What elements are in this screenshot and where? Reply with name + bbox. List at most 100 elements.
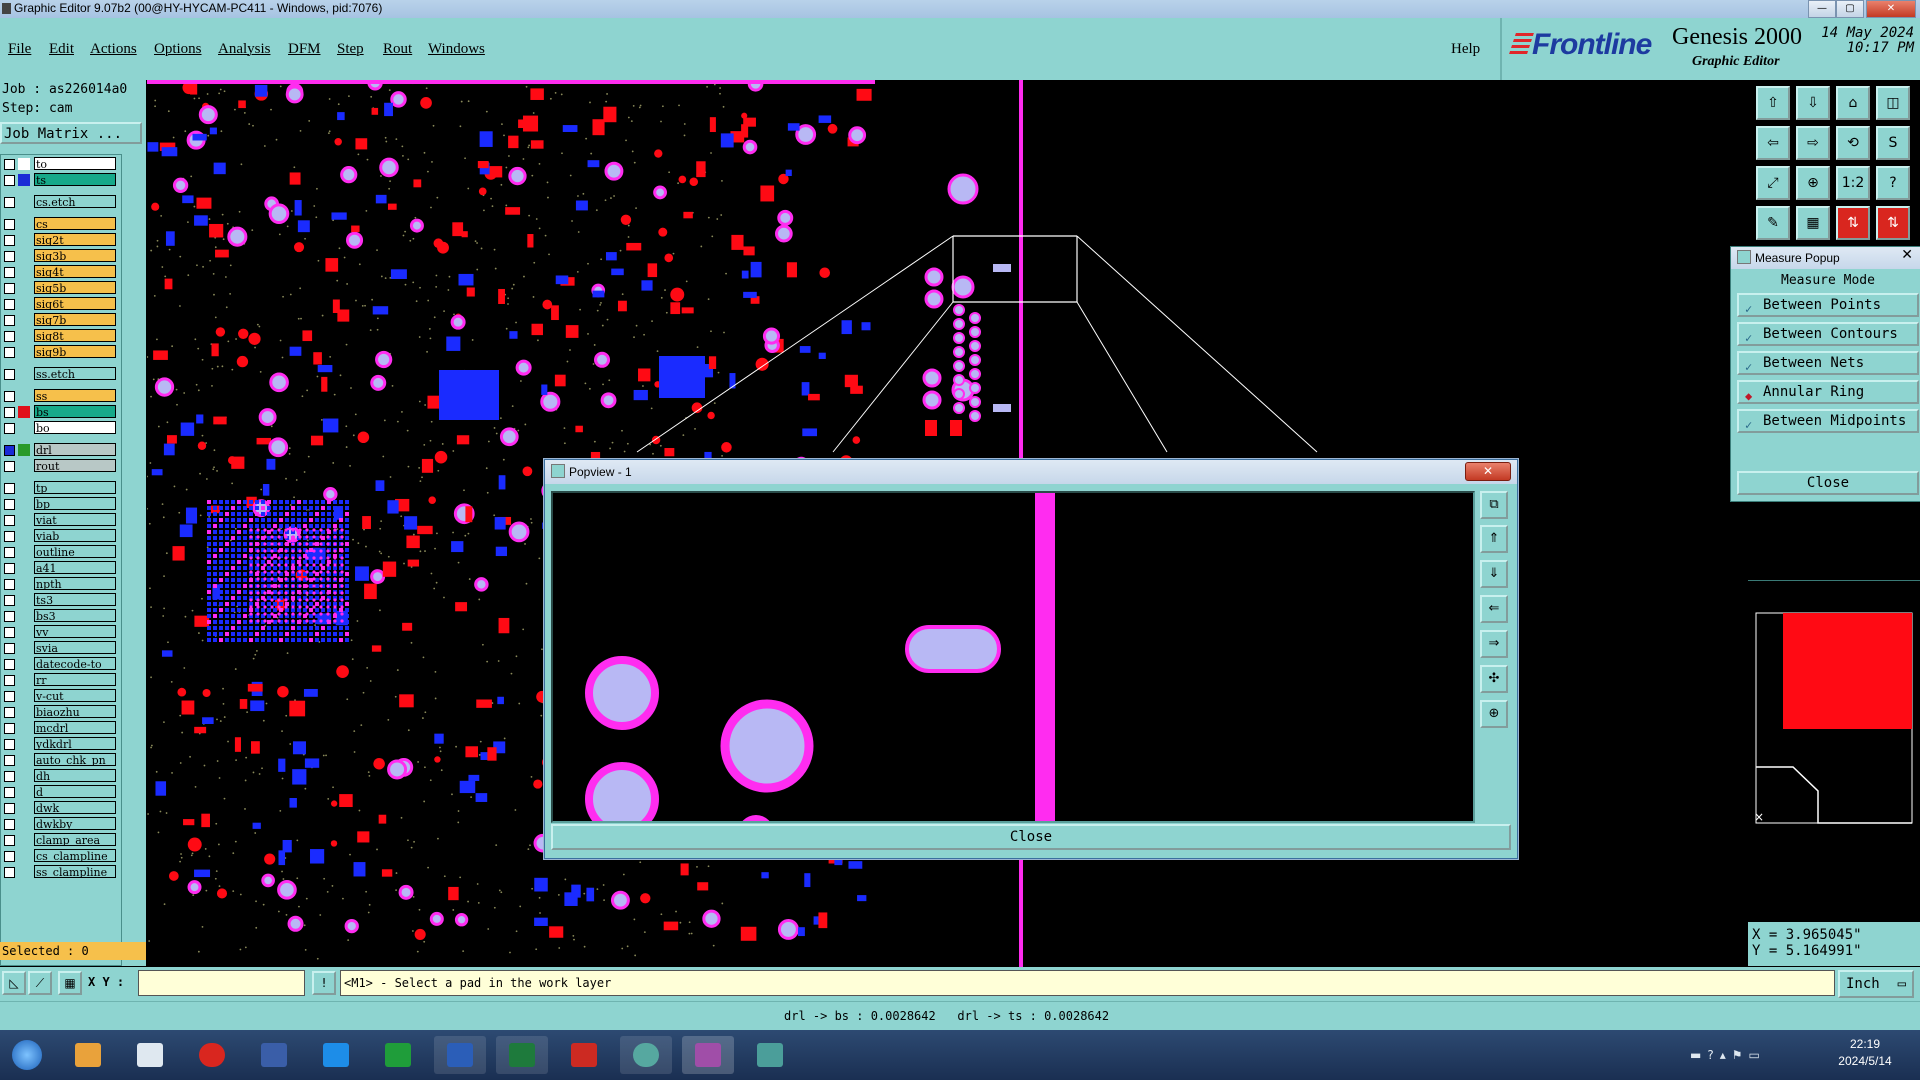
layer-checkbox[interactable] (4, 267, 15, 278)
zoom-up-icon[interactable]: ⇧ (1756, 86, 1790, 120)
layer-checkbox[interactable] (4, 391, 15, 402)
layer-checkbox[interactable] (4, 643, 15, 654)
taskbar-notepad[interactable] (124, 1036, 176, 1074)
layer-checkbox[interactable] (4, 251, 15, 262)
layer-name[interactable]: vv (34, 625, 116, 638)
center-icon[interactable]: ⊕ (1796, 166, 1830, 200)
menu-rout[interactable]: Rout (383, 41, 412, 58)
layer-name[interactable]: ss_clampline (34, 865, 116, 878)
layer-checkbox[interactable] (4, 867, 15, 878)
layer-checkbox[interactable] (4, 563, 15, 574)
layer-row-sig6t[interactable]: sig6t (1, 297, 121, 311)
layer-row-sig9b[interactable]: sig9b (1, 345, 121, 359)
layer-name[interactable]: ss.etch (34, 367, 116, 380)
layer-name[interactable]: npth (34, 577, 116, 590)
popview-zoom-out-icon[interactable]: ⊕ (1480, 700, 1508, 728)
menu-analysis[interactable]: Analysis (218, 41, 271, 58)
layer-row-to[interactable]: to (1, 157, 121, 171)
layer-row-ss.etch[interactable]: ss.etch (1, 367, 121, 381)
layer-name[interactable]: cs (34, 217, 116, 230)
layer-checkbox[interactable] (4, 331, 15, 342)
home-icon[interactable]: ⌂ (1836, 86, 1870, 120)
taskbar-genesis[interactable] (682, 1036, 734, 1074)
start-button[interactable] (4, 1036, 50, 1074)
layer-checkbox[interactable] (4, 299, 15, 310)
layer-name[interactable]: svia (34, 641, 116, 654)
layer-checkbox[interactable] (4, 283, 15, 294)
layer-row-vv[interactable]: vv (1, 625, 121, 639)
close-icon[interactable]: ✕ (1901, 247, 1913, 263)
layer-row-mcdrl[interactable]: mcdrl (1, 721, 121, 735)
measure-option-between-points[interactable]: ✓ Between Points (1737, 293, 1919, 317)
layer-name[interactable]: sig8t (34, 329, 116, 342)
zoom-down-icon[interactable]: ⇩ (1796, 86, 1830, 120)
layer-checkbox[interactable] (4, 547, 15, 558)
layer-name[interactable]: drl (34, 443, 116, 456)
layer-name[interactable]: ydkdrl (34, 737, 116, 750)
layer-checkbox[interactable] (4, 739, 15, 750)
layer-row-npth[interactable]: npth (1, 577, 121, 591)
layer-row-ss_clampline[interactable]: ss_clampline (1, 865, 121, 879)
layer-checkbox[interactable] (4, 347, 15, 358)
layer-row-a41[interactable]: a41 (1, 561, 121, 575)
layer-down-icon[interactable]: ⇅ (1876, 206, 1910, 240)
layer-checkbox[interactable] (4, 691, 15, 702)
layer-row-ts[interactable]: ts (1, 173, 121, 187)
layer-checkbox[interactable] (4, 707, 15, 718)
layer-checkbox[interactable] (4, 407, 15, 418)
layer-row-ydkdrl[interactable]: ydkdrl (1, 737, 121, 751)
layer-name[interactable]: sig5b (34, 281, 116, 294)
layer-row-cs_clampline[interactable]: cs_clampline (1, 849, 121, 863)
layer-row-tp[interactable]: tp (1, 481, 121, 495)
layer-row-ss[interactable]: ss (1, 389, 121, 403)
layer-name[interactable]: outline (34, 545, 116, 558)
taskbar-shell-app[interactable] (62, 1036, 114, 1074)
layer-name[interactable]: tp (34, 481, 116, 494)
layer-name[interactable]: sig6t (34, 297, 116, 310)
layer-checkbox[interactable] (4, 219, 15, 230)
layer-name[interactable]: sig7b (34, 313, 116, 326)
layer-name[interactable]: bs3 (34, 609, 116, 622)
layer-name[interactable]: v-cut (34, 689, 116, 702)
taskbar-green-app[interactable] (372, 1036, 424, 1074)
layer-name[interactable]: biaozhu (34, 705, 116, 718)
layer-name[interactable]: bo (34, 421, 116, 434)
layer-row-rr[interactable]: rr (1, 673, 121, 687)
menu-actions[interactable]: Actions (90, 41, 137, 58)
layer-checkbox[interactable] (4, 445, 15, 456)
layer-row-cs[interactable]: cs (1, 217, 121, 231)
measure-popup-title-bar[interactable]: Measure Popup ✕ (1731, 247, 1920, 269)
taskbar-eye-app[interactable] (620, 1036, 672, 1074)
popview-close-x-button[interactable]: ✕ (1465, 462, 1511, 481)
measure-close-button[interactable]: Close (1737, 471, 1919, 495)
layer-name[interactable]: viat (34, 513, 116, 526)
layer-row-d[interactable]: d (1, 785, 121, 799)
layer-name[interactable]: cs.etch (34, 195, 116, 208)
layer-checkbox[interactable] (4, 803, 15, 814)
layer-row-datecode-to[interactable]: datecode-to (1, 657, 121, 671)
rotate-icon[interactable]: ⟲ (1836, 126, 1870, 160)
layer-checkbox[interactable] (4, 771, 15, 782)
edit-icon[interactable]: ✎ (1756, 206, 1790, 240)
layer-checkbox[interactable] (4, 611, 15, 622)
layer-checkbox[interactable] (4, 515, 15, 526)
layer-checkbox[interactable] (4, 369, 15, 380)
layer-checkbox[interactable] (4, 483, 15, 494)
layer-row-drl[interactable]: drl (1, 443, 121, 457)
layer-checkbox[interactable] (4, 175, 15, 186)
layer-checkbox[interactable] (4, 675, 15, 686)
layer-name[interactable]: clamp_area (34, 833, 116, 846)
close-window-button[interactable]: ✕ (1866, 0, 1916, 18)
layer-checkbox[interactable] (4, 531, 15, 542)
layer-name[interactable]: auto_chk_pn (34, 753, 116, 766)
layer-name[interactable]: datecode-to (34, 657, 116, 670)
layer-checkbox[interactable] (4, 461, 15, 472)
popview-title-bar[interactable]: Popview - 1 ✕ (545, 460, 1517, 484)
layer-checkbox[interactable] (4, 159, 15, 170)
grid-icon[interactable]: ▦ (1796, 206, 1830, 240)
taskbar-save-app[interactable] (248, 1036, 300, 1074)
layer-name[interactable]: rr (34, 673, 116, 686)
info-icon[interactable]: ! (312, 971, 336, 995)
taskbar-excel[interactable] (496, 1036, 548, 1074)
measure-option-annular-ring[interactable]: ◆ Annular Ring (1737, 380, 1919, 404)
